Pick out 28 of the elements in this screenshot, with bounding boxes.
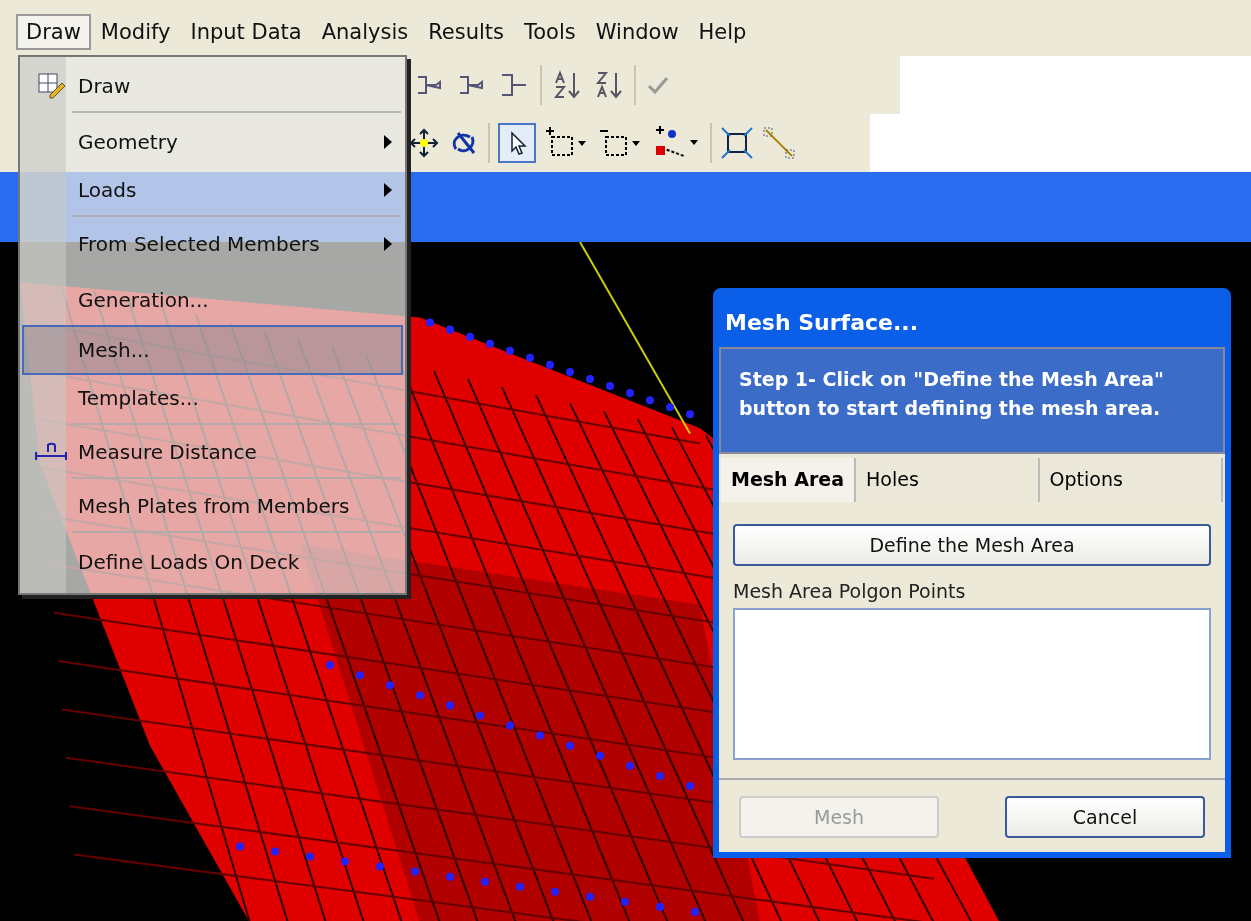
- menu-bar-item[interactable]: Results: [418, 14, 514, 50]
- menu-item[interactable]: Mesh...: [22, 325, 403, 375]
- menu-bar-item[interactable]: Input Data: [180, 14, 312, 50]
- pencil-grid-icon: [36, 71, 66, 101]
- points-list-field[interactable]: [733, 608, 1211, 760]
- instruction-text: Step 1- Click on "Define the Mesh Area" button to start defining the mesh area.: [719, 347, 1225, 454]
- diagonal-grid-icon[interactable]: [762, 126, 796, 160]
- move-icon[interactable]: [408, 127, 440, 159]
- menu-bar-item[interactable]: Modify: [90, 14, 181, 50]
- menu-item[interactable]: Generation...: [22, 275, 403, 325]
- dialog-title: Mesh Surface...: [724, 309, 920, 337]
- submenu-arrow-icon: [383, 237, 393, 251]
- fit-frame-icon[interactable]: [720, 126, 754, 160]
- define-mesh-area-button[interactable]: Define the Mesh Area: [733, 524, 1211, 566]
- menu-item[interactable]: Define Loads On Deck: [22, 537, 403, 587]
- ruler-icon: [34, 442, 68, 462]
- tab[interactable]: Mesh Area: [721, 458, 857, 502]
- menu-bar-item[interactable]: Help: [688, 14, 757, 50]
- menu-bar-item[interactable]: Draw: [16, 14, 91, 50]
- dialog-button[interactable]: Cancel: [1005, 796, 1205, 838]
- menu-item[interactable]: Geometry: [22, 117, 403, 167]
- menu-bar-item[interactable]: Tools: [514, 14, 586, 50]
- menu-bar-item[interactable]: Window: [585, 14, 689, 50]
- menu-bar-item[interactable]: Analysis: [311, 14, 419, 50]
- pointer-icon[interactable]: [498, 123, 536, 163]
- submenu-arrow-icon: [383, 135, 393, 149]
- submenu-arrow-icon: [383, 183, 393, 197]
- field-label: Mesh Area Polgon Points: [733, 580, 967, 602]
